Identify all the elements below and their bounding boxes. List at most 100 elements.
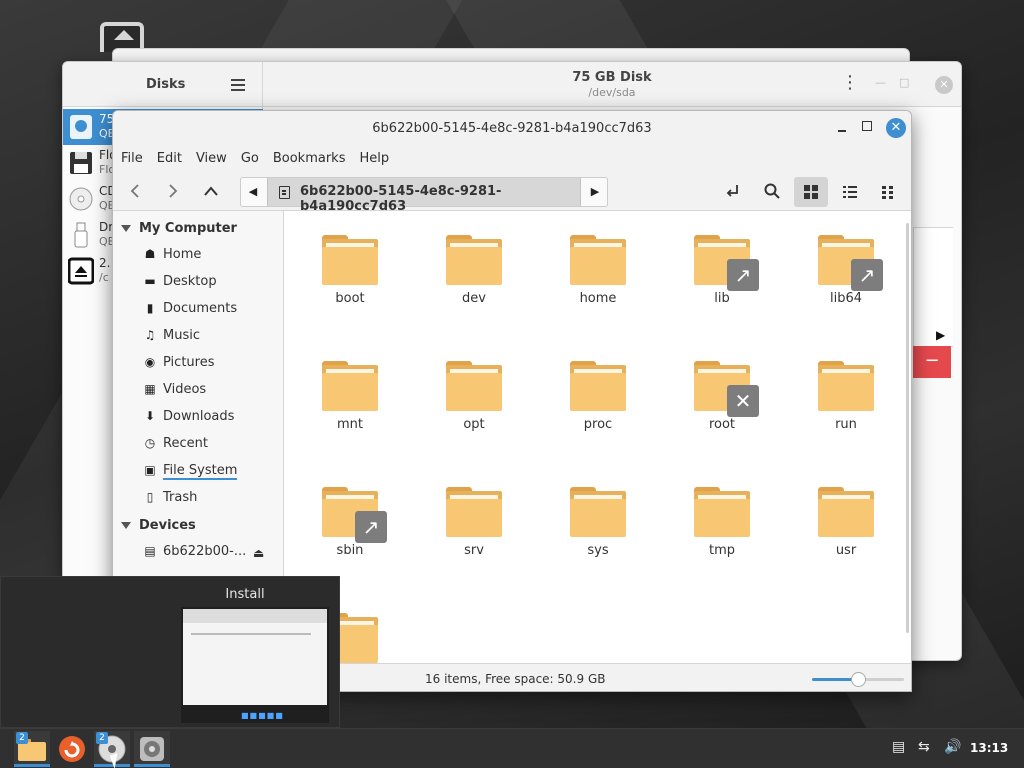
sidebar-item-label: Music xyxy=(163,328,200,343)
play-arrow-icon[interactable]: ▶ xyxy=(936,328,945,342)
menu-help[interactable]: Help xyxy=(359,151,389,166)
file-item[interactable]: opt xyxy=(419,347,529,447)
path-segment-button[interactable]: 6b622b00-5145-4e8c-9281-b4a190cc7d63 xyxy=(267,178,581,214)
forward-icon[interactable] xyxy=(159,177,187,205)
sidebar-item-trash[interactable]: ▯ Trash xyxy=(143,490,198,512)
clock[interactable]: 13:13 xyxy=(970,741,1008,755)
up-icon[interactable] xyxy=(197,177,225,205)
taskbar-files[interactable]: 2 xyxy=(14,731,50,767)
sidebar-item-home[interactable]: ☗ Home xyxy=(143,247,202,269)
sidebar-item-device[interactable]: ▤ 6b622b00-... ⏏ xyxy=(143,544,283,566)
eject-icon[interactable]: ⏏ xyxy=(253,546,264,560)
file-item[interactable]: ↗ lib xyxy=(667,221,777,321)
sidebar-item-documents[interactable]: ▮ Documents xyxy=(143,301,237,323)
window-preview-popup: Install ■■■■■ xyxy=(0,576,340,728)
thumbnail-line xyxy=(191,633,311,635)
file-item[interactable]: dev xyxy=(419,221,529,321)
maximize-icon[interactable]: □ xyxy=(899,76,909,89)
folder-icon xyxy=(322,361,378,411)
window-thumbnail[interactable]: ■■■■■ xyxy=(181,607,329,723)
thumbnail-dots: ■■■■■ xyxy=(241,711,284,720)
path-right-arrow-icon[interactable]: ▶ xyxy=(583,178,607,206)
sidebar-item-file-system[interactable]: ▣ File System xyxy=(143,463,238,485)
download-icon: ⬇ xyxy=(144,409,156,423)
window-count-badge: 2 xyxy=(96,732,108,744)
folder-icon xyxy=(446,361,502,411)
removable-drive-icon[interactable]: ▤ xyxy=(892,739,905,755)
folder-icon xyxy=(446,487,502,537)
remove-partition-button[interactable]: − xyxy=(913,346,951,378)
minimize-icon[interactable] xyxy=(835,119,849,133)
file-item-label: sys xyxy=(587,543,609,558)
sidebar-item-label: Recent xyxy=(163,436,208,451)
compact-view-icon[interactable] xyxy=(871,177,905,207)
taskbar-disks[interactable] xyxy=(134,731,170,767)
symlink-icon: ↗ xyxy=(355,511,387,543)
documents-icon: ▮ xyxy=(146,301,154,315)
kebab-menu-icon[interactable] xyxy=(841,72,859,93)
file-item[interactable]: home xyxy=(543,221,653,321)
close-icon[interactable]: ✕ xyxy=(935,76,953,94)
sidebar-item-pictures[interactable]: ◉ Pictures xyxy=(143,355,215,377)
camera-icon: ◉ xyxy=(144,355,156,369)
sidebar-item-recent[interactable]: ◷ Recent xyxy=(143,436,208,458)
file-item[interactable]: srv xyxy=(419,473,529,573)
menu-view[interactable]: View xyxy=(196,151,227,166)
close-icon[interactable]: ✕ xyxy=(886,118,906,138)
file-item[interactable]: mnt xyxy=(295,347,405,447)
icon-view-icon[interactable] xyxy=(794,177,828,207)
path-left-arrow-icon[interactable]: ◀ xyxy=(241,178,265,206)
minimize-icon[interactable]: — xyxy=(875,76,886,89)
file-item-label: proc xyxy=(583,417,613,432)
zoom-slider[interactable] xyxy=(812,672,904,687)
sidebar-item-label: Documents xyxy=(163,301,238,316)
sidebar-item-label: Videos xyxy=(163,382,207,397)
menu-go[interactable]: Go xyxy=(241,151,259,166)
toggle-location-icon[interactable] xyxy=(719,177,747,205)
network-disconnected-icon[interactable]: ⇆ xyxy=(918,739,930,755)
back-icon[interactable] xyxy=(121,177,149,205)
menu-bookmarks[interactable]: Bookmarks xyxy=(273,151,346,166)
file-item[interactable]: ↗ lib64 xyxy=(791,221,901,321)
zoom-slider-handle[interactable] xyxy=(851,672,866,687)
scrollbar[interactable] xyxy=(906,223,909,633)
section-label: My Computer xyxy=(139,221,237,236)
desktop-icon: ▬ xyxy=(144,274,156,288)
menu-edit[interactable]: Edit xyxy=(157,151,182,166)
folder-icon xyxy=(322,235,378,285)
file-item[interactable]: sys xyxy=(543,473,653,573)
menu-file[interactable]: File xyxy=(121,151,143,166)
file-item[interactable]: run xyxy=(791,347,901,447)
folder-icon xyxy=(818,487,874,537)
file-item[interactable]: proc xyxy=(543,347,653,447)
thumbnail-titlebar xyxy=(183,609,327,623)
file-item[interactable]: ↗ sbin xyxy=(295,473,405,573)
disks-title: Disks xyxy=(146,76,186,92)
home-icon: ☗ xyxy=(144,247,156,261)
taskbar-installer[interactable] xyxy=(54,731,90,767)
sidebar-item-label: Desktop xyxy=(163,274,217,289)
cd-icon xyxy=(68,185,94,213)
list-view-icon[interactable] xyxy=(833,177,867,207)
section-my-computer[interactable]: My Computer xyxy=(121,221,237,236)
file-item[interactable]: usr xyxy=(791,473,901,573)
thumbnail-window xyxy=(183,609,327,705)
volume-icon[interactable]: 🔊 xyxy=(944,739,961,755)
maximize-icon[interactable] xyxy=(862,121,872,131)
file-item[interactable]: tmp xyxy=(667,473,777,573)
search-icon[interactable] xyxy=(758,177,786,205)
sidebar-item-downloads[interactable]: ⬇ Downloads xyxy=(143,409,234,431)
sidebar-item-music[interactable]: ♫ Music xyxy=(143,328,200,350)
hamburger-menu-icon[interactable] xyxy=(231,79,245,91)
music-icon: ♫ xyxy=(144,328,156,342)
sidebar-item-desktop[interactable]: ▬ Desktop xyxy=(143,274,217,296)
harddisk-icon xyxy=(68,113,94,141)
sidebar-item-label: 6b622b00-... xyxy=(163,544,247,559)
trash-icon: ▯ xyxy=(146,490,154,504)
folder-icon xyxy=(694,487,750,537)
file-item[interactable]: boot xyxy=(295,221,405,321)
sidebar-item-videos[interactable]: ▦ Videos xyxy=(143,382,206,404)
folder-icon xyxy=(570,361,626,411)
file-item[interactable]: ✕ root xyxy=(667,347,777,447)
section-devices[interactable]: Devices xyxy=(121,518,196,533)
